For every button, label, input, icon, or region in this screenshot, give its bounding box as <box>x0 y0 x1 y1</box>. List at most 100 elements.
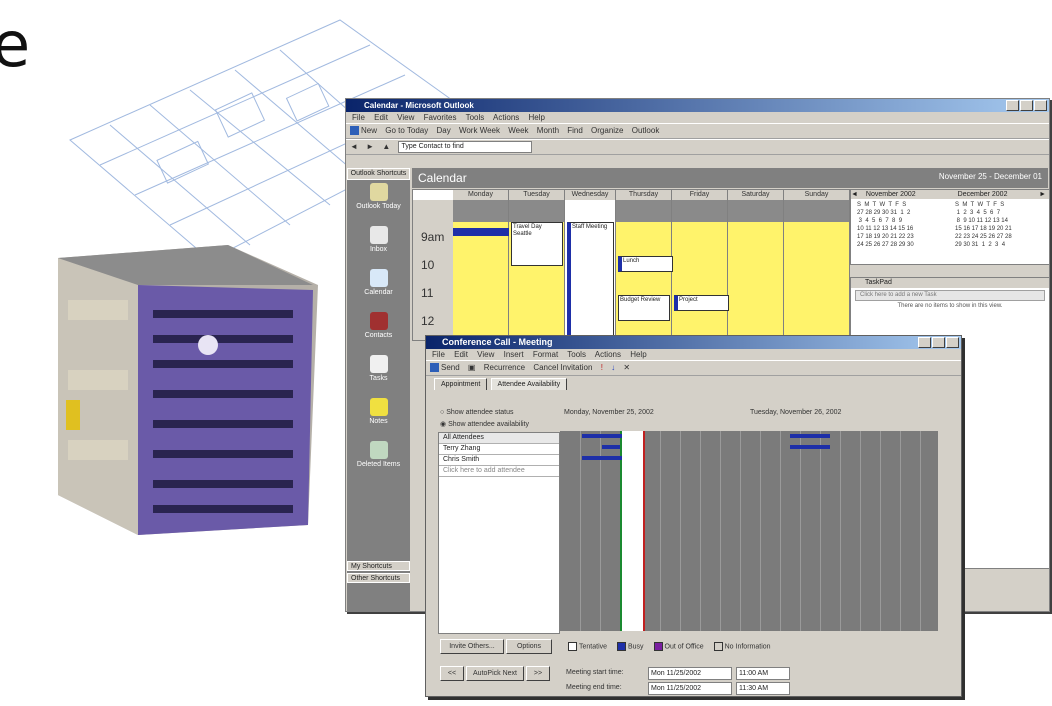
mini-month-november[interactable]: S M T W T F S 27 28 29 30 31 1 2 3 4 5 6… <box>857 201 914 249</box>
outlook-shortcuts-title[interactable]: Outlook Shortcuts <box>347 168 410 180</box>
appointment[interactable]: Lunch <box>618 256 673 272</box>
start-time-field[interactable]: 11:00 AM <box>736 667 790 680</box>
menu-favorites[interactable]: Favorites <box>424 113 457 122</box>
menu-file[interactable]: File <box>432 350 445 359</box>
add-attendee-row[interactable]: Click here to add attendee <box>439 466 559 477</box>
shortcut-notes[interactable]: Notes <box>347 398 410 438</box>
prev-month-arrow[interactable]: ◄ <box>851 191 858 198</box>
attendee-row[interactable]: Chris Smith <box>439 455 559 466</box>
attendee-row[interactable]: Terry Zhang <box>439 444 559 455</box>
menu-insert[interactable]: Insert <box>504 350 524 359</box>
menu-edit[interactable]: Edit <box>374 113 388 122</box>
work-week-view-button[interactable]: Work Week <box>459 124 500 138</box>
autopick-forward-button[interactable]: >> <box>526 666 550 681</box>
new-task-field[interactable]: Click here to add a new Task <box>855 290 1045 301</box>
end-date-field[interactable]: Mon 11/25/2002 <box>648 682 732 695</box>
go-to-today-button[interactable]: Go to Today <box>385 124 428 138</box>
other-shortcuts-group[interactable]: Other Shortcuts <box>347 573 410 583</box>
outlook-combo[interactable]: Outlook <box>632 124 660 138</box>
month-view-button[interactable]: Month <box>537 124 559 138</box>
legend-label: Tentative <box>579 643 608 651</box>
find-button[interactable]: Find <box>567 124 583 138</box>
maximize-button[interactable] <box>1020 100 1033 111</box>
meeting-end-line[interactable] <box>643 431 645 631</box>
legend: Tentative Busy Out of Office No Informat… <box>560 642 771 651</box>
all-day-event-bar[interactable] <box>453 228 509 236</box>
menu-view[interactable]: View <box>477 350 494 359</box>
up-icon[interactable]: ▲ <box>382 140 390 154</box>
outlook-today-icon <box>369 183 388 201</box>
week-view-button[interactable]: Week <box>508 124 528 138</box>
appointment[interactable]: Project <box>674 295 729 311</box>
shortcut-contacts[interactable]: Contacts <box>347 312 410 352</box>
importance-high-icon[interactable]: ! <box>601 361 603 375</box>
day-column[interactable] <box>453 200 509 340</box>
appointment[interactable]: Staff Meeting <box>567 222 614 336</box>
my-shortcuts-group[interactable]: My Shortcuts <box>347 561 410 571</box>
menu-actions[interactable]: Actions <box>493 113 519 122</box>
mini-month-december[interactable]: S M T W T F S 1 2 3 4 5 6 7 8 9 10 11 12… <box>955 201 1012 249</box>
day-column[interactable] <box>784 200 849 340</box>
start-date-field[interactable]: Mon 11/25/2002 <box>648 667 732 680</box>
menu-help[interactable]: Help <box>630 350 646 359</box>
shortcut-deleted-items[interactable]: Deleted Items <box>347 441 410 481</box>
shortcut-outlook-today[interactable]: Outlook Today <box>347 183 410 223</box>
importance-low-icon[interactable]: ↓ <box>611 361 615 375</box>
autopick-back-button[interactable]: << <box>440 666 464 681</box>
outlook-bar: Outlook Shortcuts Outlook Today Inbox Ca… <box>347 168 410 611</box>
notes-icon <box>369 398 388 416</box>
maximize-button[interactable] <box>932 337 945 348</box>
menu-tools[interactable]: Tools <box>466 113 485 122</box>
options-button[interactable]: Options <box>506 639 552 654</box>
menu-help[interactable]: Help <box>529 113 545 122</box>
cancel-invitation-button[interactable]: Cancel Invitation <box>533 361 592 375</box>
selected-meeting-slot[interactable] <box>620 431 644 631</box>
close-button[interactable] <box>1034 100 1047 111</box>
window-title: Calendar - Microsoft Outlook <box>364 101 474 110</box>
standard-toolbar: New Go to Today Day Work Week Week Month… <box>346 123 1049 139</box>
minimize-button[interactable] <box>1006 100 1019 111</box>
show-status-option[interactable]: ○ Show attendee status <box>440 409 514 416</box>
find-contact-field[interactable]: Type Contact to find <box>398 140 533 153</box>
shortcut-tasks[interactable]: Tasks <box>347 355 410 395</box>
menu-edit[interactable]: Edit <box>454 350 468 359</box>
organize-button[interactable]: Organize <box>591 124 623 138</box>
back-icon[interactable]: ◄ <box>350 140 358 154</box>
free-busy-header: Monday, November 25, 2002 Tuesday, Novem… <box>560 408 938 428</box>
delete-icon[interactable]: ✕ <box>623 361 630 375</box>
taskpad-title[interactable]: TaskPad <box>851 278 1049 288</box>
tab-attendee-availability[interactable]: Attendee Availability <box>490 378 568 390</box>
shortcut-inbox[interactable]: Inbox <box>347 226 410 266</box>
appointment[interactable]: Budget Review <box>618 295 670 321</box>
day-column[interactable] <box>728 200 784 340</box>
show-availability-option[interactable]: ◉ Show attendee availability <box>440 420 529 428</box>
meeting-start-line[interactable] <box>620 431 622 631</box>
minimize-button[interactable] <box>918 337 931 348</box>
print-icon[interactable]: ▣ <box>468 361 476 375</box>
new-button[interactable]: New <box>350 124 377 138</box>
end-time-field[interactable]: 11:30 AM <box>736 682 790 695</box>
day-column[interactable] <box>509 200 565 340</box>
free-busy-grid[interactable] <box>560 431 938 631</box>
recurrence-button[interactable]: Recurrence <box>484 361 525 375</box>
no-information-swatch <box>713 642 723 651</box>
send-button[interactable]: Send <box>430 361 460 375</box>
day-view-button[interactable]: Day <box>436 124 450 138</box>
day-column[interactable] <box>672 200 728 340</box>
menu-actions[interactable]: Actions <box>595 350 621 359</box>
date-range: November 25 - December 01 <box>938 172 1042 181</box>
invite-others-button[interactable]: Invite Others... <box>440 639 504 654</box>
time-column: 9am 10 11 12 <box>413 200 453 340</box>
autopick-next-button[interactable]: AutoPick Next <box>466 666 524 681</box>
appointment[interactable]: Travel Day Seattle <box>511 222 563 266</box>
menu-format[interactable]: Format <box>533 350 558 359</box>
menu-file[interactable]: File <box>352 113 365 122</box>
menu-view[interactable]: View <box>397 113 414 122</box>
close-button[interactable] <box>946 337 959 348</box>
tab-appointment[interactable]: Appointment <box>434 378 488 390</box>
menu-tools[interactable]: Tools <box>567 350 586 359</box>
next-month-arrow[interactable]: ► <box>1039 190 1046 199</box>
shortcut-calendar[interactable]: Calendar <box>347 269 410 309</box>
forward-icon[interactable]: ► <box>366 140 374 154</box>
attendee-row-all[interactable]: All Attendees <box>439 433 559 444</box>
